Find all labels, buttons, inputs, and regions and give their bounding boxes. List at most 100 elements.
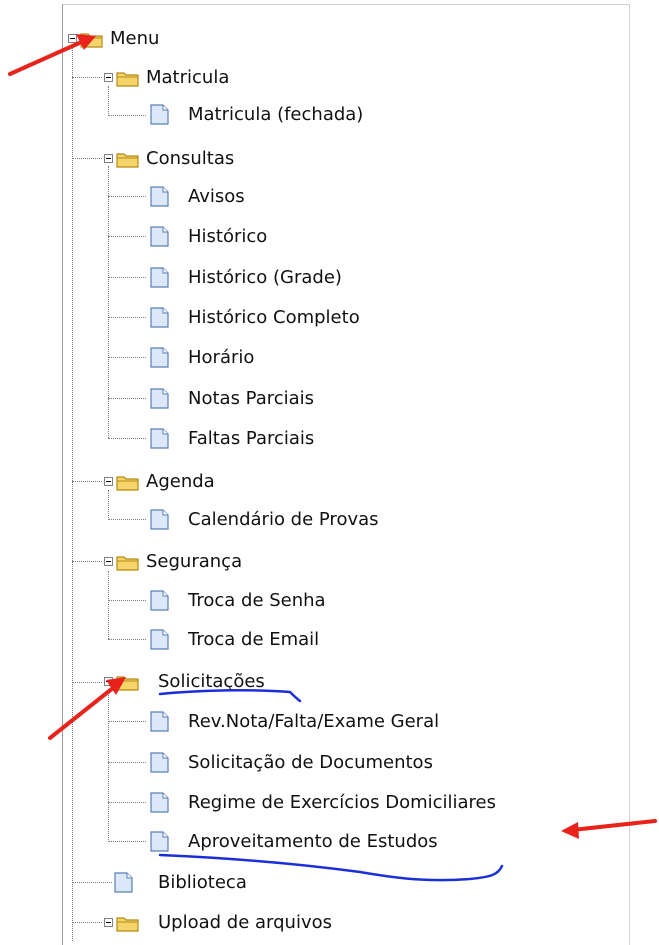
tree-leaf-label[interactable]: Rev.Nota/Falta/Exame Geral <box>188 710 439 734</box>
tree-leaf-troca-email[interactable]: Troca de Email <box>188 628 319 652</box>
tree-leaf-solicitacao-documentos[interactable]: Solicitação de Documentos <box>188 751 433 775</box>
tree-leaf-label[interactable]: Calendário de Provas <box>188 508 379 532</box>
page-icon <box>150 347 169 368</box>
page-icon <box>150 104 169 125</box>
tree-node-label[interactable]: Menu <box>110 27 159 51</box>
tree-line <box>72 561 102 562</box>
tree-leaf-faltas-parciais[interactable]: Faltas Parciais <box>188 427 314 451</box>
tree-line <box>108 115 146 116</box>
tree-line <box>72 481 102 482</box>
tree-leaf-label[interactable]: Histórico (Grade) <box>188 266 342 290</box>
tree-line <box>108 802 146 803</box>
page-icon <box>150 590 169 611</box>
tree-line-agenda <box>108 490 109 518</box>
page-icon <box>150 388 169 409</box>
tree-node-upload[interactable]: Upload de arquivos <box>158 911 332 935</box>
tree-leaf-label[interactable]: Troca de Email <box>188 628 319 652</box>
tree-leaf-aproveitamento-estudos[interactable]: Aproveitamento de Estudos <box>188 830 438 854</box>
tree-leaf-label[interactable]: Troca de Senha <box>188 589 326 613</box>
folder-icon <box>80 33 103 48</box>
tree-leaf-calendario-provas[interactable]: Calendário de Provas <box>188 508 379 532</box>
collapse-toggle-icon[interactable] <box>104 557 113 566</box>
tree-node-menu[interactable]: Menu <box>110 27 159 51</box>
tree-node-matricula[interactable]: Matricula <box>146 66 229 90</box>
tree-leaf-historico-grade[interactable]: Histórico (Grade) <box>188 266 342 290</box>
tree-leaf-notas-parciais[interactable]: Notas Parciais <box>188 387 314 411</box>
tree-line <box>108 841 146 842</box>
tree-line-matricula <box>108 86 109 114</box>
tree-leaf-label[interactable]: Horário <box>188 346 254 370</box>
folder-icon <box>116 72 139 87</box>
collapse-toggle-icon[interactable] <box>104 154 113 163</box>
tree-leaf-label[interactable]: Solicitação de Documentos <box>188 751 433 775</box>
tree-leaf-label[interactable]: Histórico <box>188 225 267 249</box>
tree-line <box>108 277 146 278</box>
tree-leaf-label[interactable]: Faltas Parciais <box>188 427 314 451</box>
tree-line-seguranca <box>108 571 109 639</box>
tree-line <box>108 196 146 197</box>
page-icon <box>150 711 169 732</box>
tree-leaf-rev-nota[interactable]: Rev.Nota/Falta/Exame Geral <box>188 710 439 734</box>
tree-line <box>108 398 146 399</box>
tree-node-seguranca[interactable]: Segurança <box>146 550 242 574</box>
tree-node-agenda[interactable]: Agenda <box>146 470 215 494</box>
tree-leaf-label[interactable]: Avisos <box>188 185 245 209</box>
tree-line <box>72 77 102 78</box>
tree-node-solicitacoes[interactable]: Solicitações <box>158 670 265 694</box>
tree-line-root <box>72 46 73 941</box>
tree-line <box>72 882 112 883</box>
tree-node-label[interactable]: Segurança <box>146 550 242 574</box>
tree-line <box>108 721 146 722</box>
tree-line <box>108 639 146 640</box>
tree-leaf-label[interactable]: Histórico Completo <box>188 306 360 330</box>
page-icon <box>150 186 169 207</box>
tree-node-consultas[interactable]: Consultas <box>146 147 234 171</box>
tree-line <box>72 682 102 683</box>
page-icon <box>150 752 169 773</box>
collapse-toggle-icon[interactable] <box>68 34 77 43</box>
page-icon <box>114 872 133 893</box>
tree-leaf-label[interactable]: Regime de Exercícios Domiciliares <box>188 791 496 815</box>
tree-leaf-matricula-fechada[interactable]: Matricula (fechada) <box>188 103 363 127</box>
tree-leaf-horario[interactable]: Horário <box>188 346 254 370</box>
folder-icon <box>116 917 139 932</box>
tree-leaf-troca-senha[interactable]: Troca de Senha <box>188 589 326 613</box>
folder-icon <box>116 476 139 491</box>
page-icon <box>150 267 169 288</box>
tree-node-label[interactable]: Consultas <box>146 147 234 171</box>
tree-leaf-historico[interactable]: Histórico <box>188 225 267 249</box>
tree-node-label[interactable]: Upload de arquivos <box>158 911 332 935</box>
tree-line <box>108 357 146 358</box>
tree-leaf-historico-completo[interactable]: Histórico Completo <box>188 306 360 330</box>
tree-line <box>108 519 146 520</box>
page-icon <box>150 629 169 650</box>
tree-leaf-biblioteca[interactable]: Biblioteca <box>158 871 247 895</box>
tree-leaf-label[interactable]: Biblioteca <box>158 871 247 895</box>
tree-leaf-label[interactable]: Matricula (fechada) <box>188 103 363 127</box>
tree-line <box>108 236 146 237</box>
tree-line <box>108 438 146 439</box>
tree-node-label[interactable]: Agenda <box>146 470 215 494</box>
page-icon <box>150 226 169 247</box>
collapse-toggle-icon[interactable] <box>104 677 113 686</box>
page-icon <box>150 831 169 852</box>
page-icon <box>150 509 169 530</box>
tree-line <box>72 922 102 923</box>
page-icon <box>150 792 169 813</box>
tree-leaf-label[interactable]: Aproveitamento de Estudos <box>188 830 438 854</box>
tree-line <box>108 762 146 763</box>
collapse-toggle-icon[interactable] <box>104 477 113 486</box>
tree-leaf-avisos[interactable]: Avisos <box>188 185 245 209</box>
page-icon <box>150 307 169 328</box>
tree-node-label[interactable]: Solicitações <box>158 670 265 694</box>
tree-leaf-label[interactable]: Notas Parciais <box>188 387 314 411</box>
tree-line <box>108 317 146 318</box>
collapse-toggle-icon[interactable] <box>104 73 113 82</box>
tree-node-label[interactable]: Matricula <box>146 66 229 90</box>
tree-line <box>72 158 102 159</box>
tree-line <box>108 600 146 601</box>
collapse-toggle-icon[interactable] <box>104 918 113 927</box>
folder-icon <box>116 153 139 168</box>
tree-leaf-regime-exercicios[interactable]: Regime de Exercícios Domiciliares <box>188 791 496 815</box>
tree-line-solicitacoes <box>108 692 109 840</box>
